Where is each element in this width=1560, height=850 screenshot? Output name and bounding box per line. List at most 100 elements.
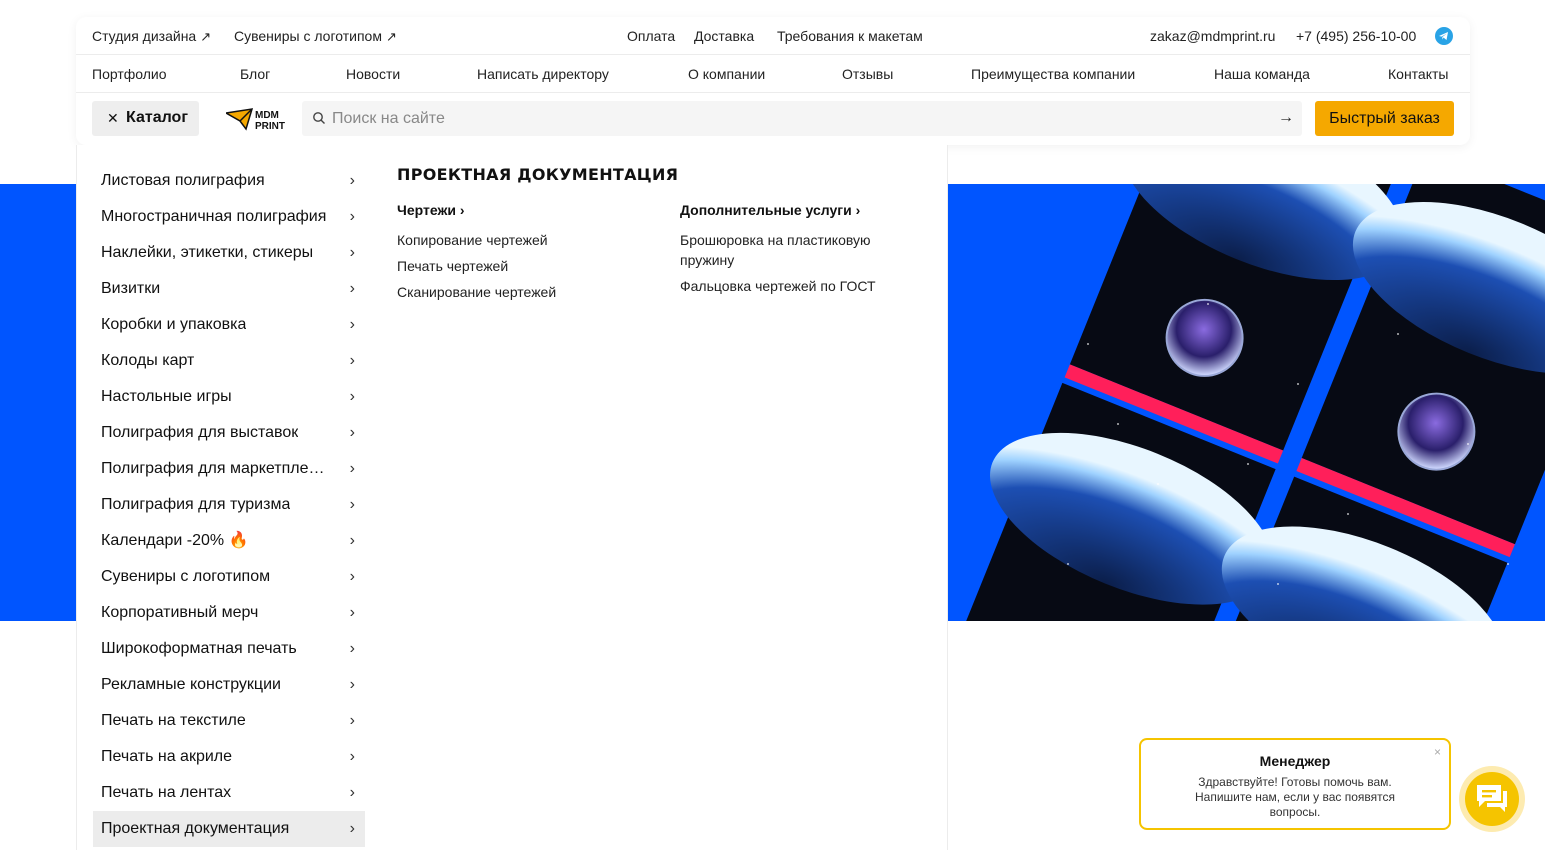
nav-news[interactable]: Новости — [346, 66, 400, 82]
header-top-bar: Студия дизайна ↗ Сувениры с логотипом ↗ Оп… — [76, 17, 1470, 55]
design-studio-link[interactable]: Студия дизайна ↗ — [92, 28, 211, 45]
category-item[interactable]: Рекламные конструкции › — [93, 667, 365, 703]
category-label: Печать на текстиле — [101, 712, 246, 729]
category-label: Календари -20% 🔥 — [101, 532, 249, 549]
submenu-heading-extra-services[interactable]: Дополнительные услуги › — [680, 202, 920, 218]
chevron-right-icon: › — [349, 784, 355, 801]
submenu-link[interactable]: Брошюровка на пластиковую пружину — [680, 230, 920, 270]
chevron-right-icon: › — [349, 820, 355, 837]
category-item[interactable]: Многостраничная полиграфия › — [93, 199, 365, 235]
chevron-right-icon: › — [349, 244, 355, 261]
catalog-dropdown: Листовая полиграфия › Многостраничная поли… — [76, 145, 948, 850]
category-item[interactable]: Печать на акриле › — [93, 739, 365, 775]
chat-icon — [1477, 785, 1507, 812]
site-header: Студия дизайна ↗ Сувениры с логотипом ↗ Оп… — [76, 17, 1470, 145]
chat-popup[interactable]: Менеджер Здравствуйте! Готовы помочь вам… — [1139, 738, 1451, 830]
category-item[interactable]: Полиграфия для маркетплейсов › — [93, 451, 365, 487]
nav-blog[interactable]: Блог — [240, 66, 270, 82]
submenu-link[interactable]: Печать чертежей — [397, 256, 637, 276]
arrow-right-icon[interactable]: → — [1278, 109, 1294, 127]
arrow-ne-icon: ↗ — [200, 29, 212, 44]
category-label: Печать на лентах — [101, 784, 232, 801]
nav-about[interactable]: О компании — [688, 66, 765, 82]
search-input[interactable] — [332, 101, 1252, 136]
nav-portfolio[interactable]: Портфолио — [92, 66, 167, 82]
category-item[interactable]: Полиграфия для туризма › — [93, 487, 365, 523]
payment-link[interactable]: Оплата — [627, 28, 675, 44]
search-box: → — [302, 101, 1302, 136]
category-item[interactable]: Наклейки, этикетки, стикеры › — [93, 235, 365, 271]
submenu-title: ПРОЕКТНАЯ ДОКУМЕНТАЦИЯ — [397, 165, 679, 184]
souvenirs-link[interactable]: Сувениры с логотипом ↗ — [234, 28, 397, 45]
chat-message: Здравствуйте! Готовы помочь вам. Напишит… — [1194, 775, 1396, 819]
quick-order-button[interactable]: Быстрый заказ — [1315, 101, 1454, 136]
chevron-right-icon: › — [349, 352, 355, 369]
category-item[interactable]: Сувениры с логотипом › — [93, 559, 365, 595]
category-item[interactable]: Колоды карт › — [93, 343, 365, 379]
category-item[interactable]: Настольные игры › — [93, 379, 365, 415]
category-label: Визитки — [101, 280, 161, 297]
close-icon: ✕ — [107, 110, 119, 126]
category-label: Рекламные конструкции — [101, 676, 281, 693]
category-item[interactable]: Календари -20% 🔥 › — [93, 523, 365, 559]
category-label: Коробки и упаковка — [101, 316, 247, 333]
chevron-right-icon: › — [349, 748, 355, 765]
nav-advantages[interactable]: Преимущества компании — [971, 66, 1135, 82]
chevron-right-icon: › — [349, 568, 355, 585]
category-list: Листовая полиграфия › Многостраничная поли… — [93, 163, 365, 847]
nav-team[interactable]: Наша команда — [1214, 66, 1310, 82]
nav-write-director[interactable]: Написать директору — [477, 66, 609, 82]
category-label: Многостраничная полиграфия — [101, 208, 327, 225]
category-label: Настольные игры — [101, 388, 232, 405]
chat-button[interactable] — [1459, 766, 1525, 832]
category-item[interactable]: Печать на лентах › — [93, 775, 365, 811]
arrow-ne-icon: ↗ — [385, 29, 397, 44]
email-link[interactable]: zakaz@mdmprint.ru — [1150, 28, 1275, 44]
hero-banner-image — [948, 184, 1545, 621]
category-item[interactable]: Визитки › — [93, 271, 365, 307]
chevron-right-icon: › — [349, 640, 355, 657]
category-label: Листовая полиграфия — [101, 172, 265, 189]
catalog-button[interactable]: ✕ Каталог — [92, 101, 199, 136]
category-item[interactable]: Коробки и упаковка › — [93, 307, 365, 343]
submenu-link[interactable]: Сканирование чертежей — [397, 282, 637, 302]
phone-link[interactable]: +7 (495) 256-10-00 — [1296, 28, 1416, 44]
category-label: Полиграфия для туризма — [101, 496, 291, 513]
chevron-right-icon: › — [349, 388, 355, 405]
nav-contacts[interactable]: Контакты — [1388, 66, 1448, 82]
telegram-icon[interactable] — [1435, 27, 1453, 45]
category-item[interactable]: Полиграфия для выставок › — [93, 415, 365, 451]
submenu-link[interactable]: Фальцовка чертежей по ГОСТ — [680, 276, 920, 296]
category-label: Наклейки, этикетки, стикеры — [101, 244, 314, 261]
search-bar-row: ✕ Каталог MDM PRINT → Быстрый заказ — [76, 93, 1470, 145]
close-icon[interactable]: × — [1434, 745, 1441, 759]
logo-text-bottom: PRINT — [255, 121, 285, 132]
catalog-label: Каталог — [126, 109, 188, 126]
search-icon — [312, 111, 326, 130]
logo-icon[interactable]: MDM PRINT — [223, 107, 286, 133]
chevron-right-icon: › — [349, 280, 355, 297]
main-nav: Портфолио Блог Новости Написать директор… — [76, 55, 1470, 93]
chevron-right-icon: › — [349, 496, 355, 513]
category-item[interactable]: Широкоформатная печать › — [93, 631, 365, 667]
delivery-link[interactable]: Доставка — [694, 28, 754, 44]
category-label: Проектная документация — [101, 820, 290, 837]
category-label: Полиграфия для маркетплейсов — [101, 460, 333, 477]
nav-reviews[interactable]: Отзывы — [842, 66, 893, 82]
chat-title: Менеджер — [1259, 753, 1331, 769]
submenu-column-extra-services: Дополнительные услуги › Брошюровка на пл… — [680, 202, 920, 302]
category-label: Полиграфия для выставок — [101, 424, 299, 441]
category-item[interactable]: Печать на текстиле › — [93, 703, 365, 739]
category-label: Печать на акриле — [101, 748, 233, 765]
category-label: Корпоративный мерч — [101, 604, 259, 621]
chevron-right-icon: › — [349, 424, 355, 441]
chevron-right-icon: › — [349, 460, 355, 477]
category-item[interactable]: Проектная документация › — [93, 811, 365, 847]
chevron-right-icon: › — [349, 676, 355, 693]
layout-requirements-link[interactable]: Требования к макетам — [777, 28, 923, 44]
chevron-right-icon: › — [349, 604, 355, 621]
category-item[interactable]: Листовая полиграфия › — [93, 163, 365, 199]
submenu-link[interactable]: Копирование чертежей — [397, 230, 637, 250]
submenu-heading-drawings[interactable]: Чертежи › — [397, 202, 637, 218]
category-item[interactable]: Корпоративный мерч › — [93, 595, 365, 631]
